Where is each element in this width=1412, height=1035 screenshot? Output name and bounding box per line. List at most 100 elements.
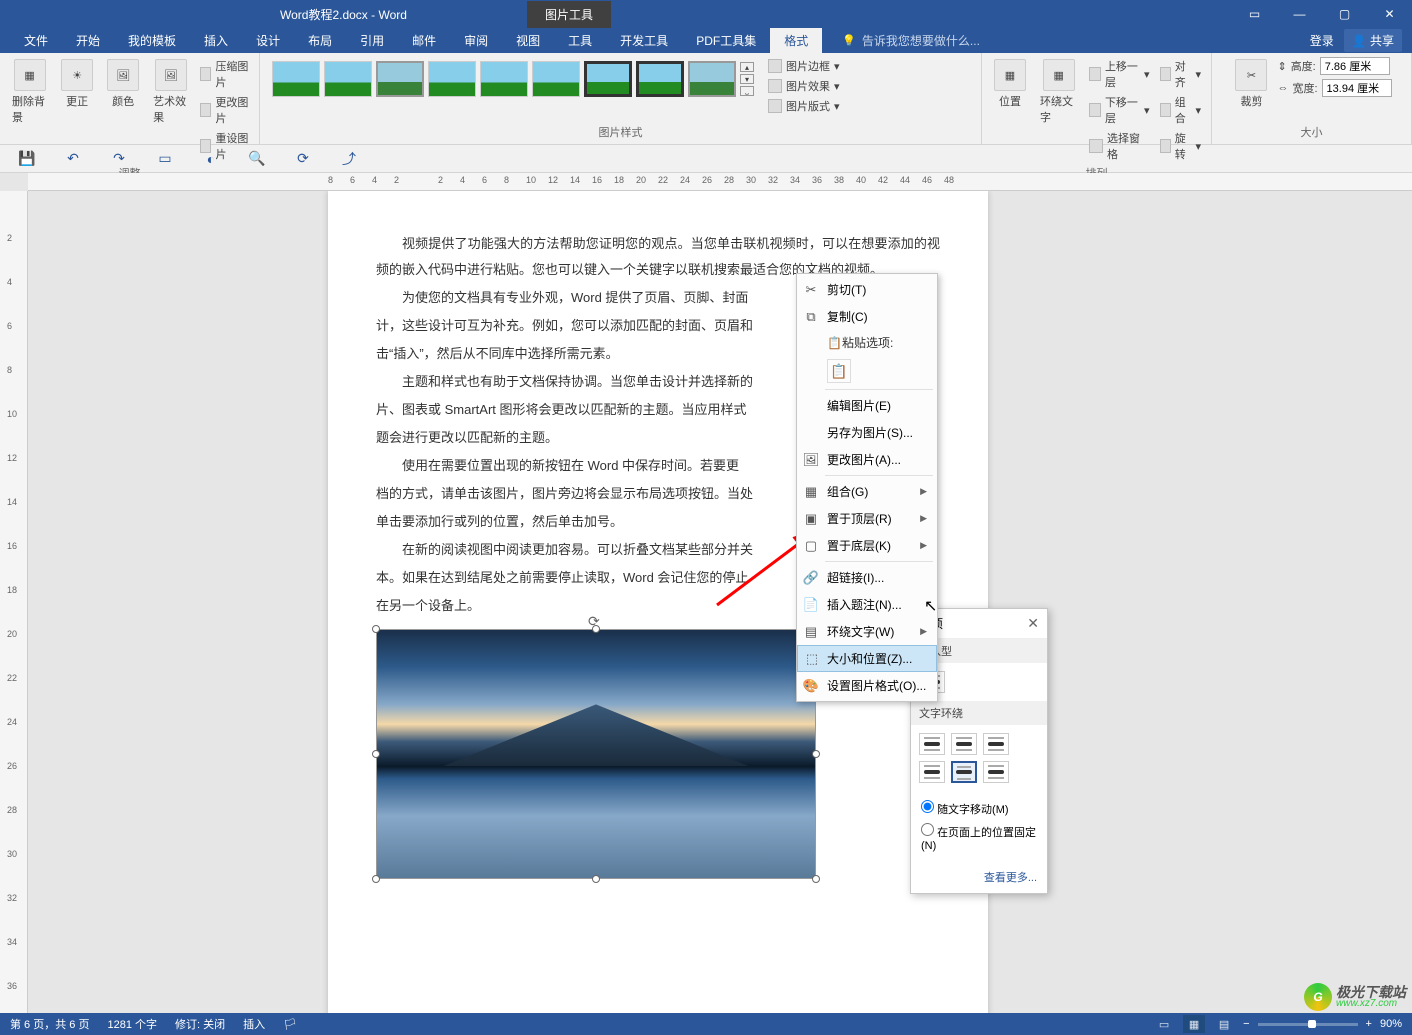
tab-templates[interactable]: 我的模板 — [114, 28, 190, 53]
resize-handle[interactable] — [372, 875, 380, 883]
image-content[interactable] — [376, 629, 816, 879]
ctx-hyperlink[interactable]: 🔗超链接(I)... — [797, 564, 937, 591]
tab-tools[interactable]: 工具 — [554, 28, 606, 53]
style-thumb[interactable] — [636, 61, 684, 97]
style-thumb[interactable] — [324, 61, 372, 97]
selection-pane-button[interactable]: 选择窗格 — [1087, 129, 1151, 163]
ctx-wrap-text[interactable]: ▤环绕文字(W)▶ — [797, 618, 937, 645]
ctx-copy[interactable]: ⧉复制(C) — [797, 303, 937, 330]
document-area[interactable]: 视频提供了功能强大的方法帮助您证明您的观点。当您单击联机视频时，可以在想要添加的… — [28, 191, 1412, 1013]
group-button[interactable]: 组合 ▾ — [1158, 93, 1203, 127]
insert-mode[interactable]: 插入 — [243, 1016, 265, 1032]
ribbon-display-icon[interactable]: ▭ — [1232, 0, 1277, 28]
selected-image[interactable]: ⟳ — [376, 629, 816, 879]
tab-references[interactable]: 引用 — [346, 28, 398, 53]
ctx-send-back[interactable]: ▢置于底层(K)▶ — [797, 532, 937, 559]
rotate-button[interactable]: 旋转 ▾ — [1158, 129, 1203, 163]
ctx-cut[interactable]: ✂剪切(T) — [797, 276, 937, 303]
tab-design[interactable]: 设计 — [242, 28, 294, 53]
page-indicator[interactable]: 第 6 页，共 6 页 — [10, 1016, 89, 1032]
status-extra-icon[interactable]: 🏳 — [283, 1018, 297, 1031]
artistic-effects-button[interactable]: 🖼艺术效果 — [149, 57, 192, 127]
style-thumb[interactable] — [480, 61, 528, 97]
layout-wrap-option[interactable] — [983, 761, 1009, 783]
zoom-level[interactable]: 90% — [1380, 1018, 1402, 1030]
tab-format[interactable]: 格式 — [770, 28, 822, 53]
zoom-in-icon[interactable]: + — [1366, 1018, 1372, 1030]
picture-layout-button[interactable]: 图片版式 ▾ — [766, 97, 842, 115]
tab-pdf[interactable]: PDF工具集 — [682, 28, 770, 53]
style-thumb[interactable] — [428, 61, 476, 97]
ctx-group[interactable]: ▦组合(G)▶ — [797, 478, 937, 505]
minimize-icon[interactable]: ― — [1277, 0, 1322, 28]
style-thumb[interactable] — [376, 61, 424, 97]
bring-forward-button[interactable]: 上移一层 ▾ — [1087, 57, 1151, 91]
layout-wrap-option[interactable] — [919, 733, 945, 755]
style-thumb[interactable] — [532, 61, 580, 97]
ctx-bring-front[interactable]: ▣置于顶层(R)▶ — [797, 505, 937, 532]
resize-handle[interactable] — [812, 875, 820, 883]
track-changes-status[interactable]: 修订: 关闭 — [175, 1016, 225, 1032]
tell-me-input[interactable]: 告诉我您想要做什么... — [842, 28, 980, 53]
qat-icon[interactable]: ▭ — [156, 150, 174, 168]
tab-view[interactable]: 视图 — [502, 28, 554, 53]
layout-wrap-option[interactable] — [983, 733, 1009, 755]
tab-mailings[interactable]: 邮件 — [398, 28, 450, 53]
qat-icon[interactable]: 🔍 — [248, 150, 266, 168]
ctx-change-picture[interactable]: 🖼更改图片(A)... — [797, 446, 937, 473]
style-thumb[interactable] — [584, 61, 632, 97]
qat-icon[interactable]: ⤴ — [340, 150, 358, 168]
panel-close-icon[interactable]: ✕ — [1027, 615, 1039, 632]
view-web-icon[interactable]: ▤ — [1213, 1015, 1235, 1033]
tab-insert[interactable]: 插入 — [190, 28, 242, 53]
login-link[interactable]: 登录 — [1310, 32, 1334, 49]
horizontal-ruler[interactable]: /* ticks populated below */ 864224681012… — [28, 173, 1412, 191]
view-read-icon[interactable]: ▭ — [1153, 1015, 1175, 1033]
vertical-ruler[interactable]: 24681012141618202224262830323436 — [0, 191, 28, 1013]
crop-button[interactable]: ✂裁剪 — [1231, 57, 1271, 111]
maximize-icon[interactable]: ▢ — [1322, 0, 1367, 28]
align-button[interactable]: 对齐 ▾ — [1158, 57, 1203, 91]
tab-home[interactable]: 开始 — [62, 28, 114, 53]
ctx-save-as-picture[interactable]: 另存为图片(S)... — [797, 419, 937, 446]
position-button[interactable]: ▦位置 — [990, 57, 1030, 111]
remove-background-button[interactable]: ▦删除背景 — [8, 57, 51, 127]
style-thumb[interactable] — [272, 61, 320, 97]
height-input[interactable] — [1320, 57, 1390, 75]
gallery-more[interactable]: ▴▾⎵ — [740, 62, 756, 96]
redo-icon[interactable]: ↷ — [110, 150, 128, 168]
width-input[interactable] — [1322, 79, 1392, 97]
qat-icon[interactable]: ◐ — [202, 150, 220, 168]
change-picture-button[interactable]: 更改图片 — [198, 93, 251, 127]
tab-review[interactable]: 审阅 — [450, 28, 502, 53]
share-button[interactable]: 👤 共享 — [1344, 29, 1402, 52]
compress-pictures-button[interactable]: 压缩图片 — [198, 57, 251, 91]
resize-handle[interactable] — [372, 750, 380, 758]
view-print-icon[interactable]: ▦ — [1183, 1015, 1205, 1033]
ctx-size-position[interactable]: ⬚大小和位置(Z)... — [797, 645, 937, 672]
tab-developer[interactable]: 开发工具 — [606, 28, 682, 53]
layout-wrap-option[interactable] — [951, 761, 977, 783]
resize-handle[interactable] — [372, 625, 380, 633]
style-thumb[interactable] — [688, 61, 736, 97]
paste-option-button[interactable]: 📋 — [827, 359, 851, 383]
layout-wrap-option[interactable] — [951, 733, 977, 755]
word-count[interactable]: 1281 个字 — [107, 1016, 157, 1032]
send-backward-button[interactable]: 下移一层 ▾ — [1087, 93, 1151, 127]
picture-border-button[interactable]: 图片边框 ▾ — [766, 57, 842, 75]
picture-styles-gallery[interactable]: ▴▾⎵ — [268, 57, 760, 101]
tab-file[interactable]: 文件 — [10, 28, 62, 53]
qat-icon[interactable]: ⟳ — [294, 150, 312, 168]
picture-effects-button[interactable]: 图片效果 ▾ — [766, 77, 842, 95]
ctx-insert-caption[interactable]: 📄插入题注(N)... — [797, 591, 937, 618]
wrap-text-button[interactable]: ▦环绕文字 — [1036, 57, 1081, 127]
corrections-button[interactable]: ☀更正 — [57, 57, 97, 111]
move-with-text-radio[interactable]: 随文字移动(M) — [921, 797, 1037, 820]
layout-wrap-option[interactable] — [919, 761, 945, 783]
resize-handle[interactable] — [592, 625, 600, 633]
resize-handle[interactable] — [812, 750, 820, 758]
zoom-out-icon[interactable]: − — [1243, 1018, 1249, 1030]
ctx-format-picture[interactable]: 🎨设置图片格式(O)... — [797, 672, 937, 699]
color-button[interactable]: 🖼颜色 — [103, 57, 143, 111]
undo-icon[interactable]: ↶ — [64, 150, 82, 168]
